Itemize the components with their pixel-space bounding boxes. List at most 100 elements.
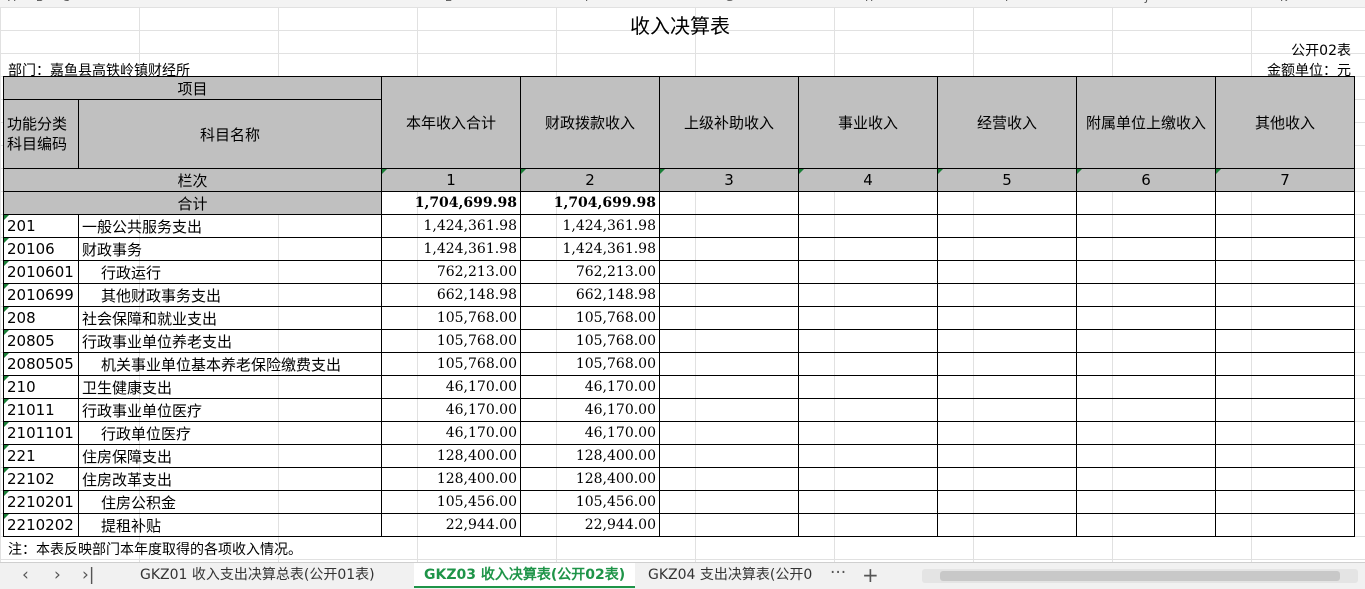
empty-cell[interactable] [659, 375, 799, 399]
horizontal-scrollbar[interactable] [922, 569, 1358, 583]
empty-cell[interactable] [1215, 513, 1355, 537]
empty-cell[interactable] [798, 375, 938, 399]
empty-cell[interactable] [1215, 490, 1355, 514]
empty-cell[interactable] [1215, 237, 1355, 261]
empty-cell[interactable] [937, 329, 1077, 353]
column-letter[interactable]: F [585, 0, 591, 4]
header-col-operating[interactable]: 经营收入 [937, 76, 1077, 169]
empty-cell[interactable] [1215, 260, 1355, 284]
empty-cell[interactable] [659, 490, 799, 514]
column-number[interactable]: 7 [1215, 168, 1355, 192]
fiscal-income[interactable]: 1,424,361.98 [520, 237, 660, 261]
subject-code[interactable]: 21011 [3, 398, 79, 422]
subject-code[interactable]: 2010699 [3, 283, 79, 307]
empty-cell[interactable] [937, 191, 1077, 215]
fiscal-income[interactable]: 46,170.00 [520, 398, 660, 422]
empty-cell[interactable] [937, 375, 1077, 399]
column-letter[interactable]: K [1280, 0, 1287, 4]
empty-cell[interactable] [1076, 398, 1216, 422]
empty-cell[interactable] [659, 214, 799, 238]
header-col-other[interactable]: 其他收入 [1215, 76, 1355, 169]
empty-cell[interactable] [659, 191, 799, 215]
fiscal-income[interactable]: 46,170.00 [520, 375, 660, 399]
total-income[interactable]: 1,424,361.98 [381, 237, 521, 261]
empty-cell[interactable] [1076, 444, 1216, 468]
column-letter[interactable]: C [62, 0, 70, 4]
total-income[interactable]: 105,768.00 [381, 329, 521, 353]
header-col-total[interactable]: 本年收入合计 [381, 76, 521, 169]
total-income[interactable]: 128,400.00 [381, 467, 521, 491]
total-value[interactable]: 1,704,699.98 [520, 191, 660, 215]
header-col-subsidy[interactable]: 上级补助收入 [659, 76, 799, 169]
empty-cell[interactable] [798, 513, 938, 537]
add-sheet-icon[interactable]: + [862, 563, 879, 587]
empty-cell[interactable] [937, 513, 1077, 537]
subject-code[interactable]: 20805 [3, 329, 79, 353]
empty-cell[interactable] [659, 444, 799, 468]
subject-code[interactable]: 221 [3, 444, 79, 468]
fiscal-income[interactable]: 662,148.98 [520, 283, 660, 307]
last-sheet-icon[interactable]: ›| [82, 565, 95, 585]
subject-name[interactable]: 财政事务 [78, 237, 382, 261]
subject-name[interactable]: 社会保障和就业支出 [78, 306, 382, 330]
empty-cell[interactable] [798, 352, 938, 376]
column-number[interactable]: 2 [520, 168, 660, 192]
column-letter[interactable]: I [1005, 0, 1008, 4]
tab-gkz01[interactable]: GKZ01 收入支出决算总表(公开01表) [130, 563, 385, 588]
empty-cell[interactable] [937, 352, 1077, 376]
subject-code[interactable]: 2210201 [3, 490, 79, 514]
subject-name[interactable]: 提租补贴 [78, 513, 382, 537]
header-name[interactable]: 科目名称 [78, 99, 382, 169]
empty-cell[interactable] [1076, 329, 1216, 353]
header-col-business[interactable]: 事业收入 [798, 76, 938, 169]
scrollbar-thumb[interactable] [940, 571, 1340, 581]
subject-name[interactable]: 行政单位医疗 [78, 421, 382, 445]
column-letter[interactable]: E [445, 0, 452, 4]
subject-name[interactable]: 行政事业单位医疗 [78, 398, 382, 422]
total-income[interactable]: 46,170.00 [381, 421, 521, 445]
empty-cell[interactable] [798, 214, 938, 238]
total-income[interactable]: 662,148.98 [381, 283, 521, 307]
empty-cell[interactable] [659, 352, 799, 376]
empty-cell[interactable] [798, 490, 938, 514]
empty-cell[interactable] [1215, 191, 1355, 215]
tab-gkz04[interactable]: GKZ04 支出决算表(公开0 [638, 563, 833, 588]
empty-cell[interactable] [1215, 421, 1355, 445]
empty-cell[interactable] [659, 513, 799, 537]
column-number[interactable]: 5 [937, 168, 1077, 192]
empty-cell[interactable] [798, 283, 938, 307]
subject-name[interactable]: 行政事业单位养老支出 [78, 329, 382, 353]
column-letter[interactable]: G [725, 0, 734, 4]
empty-cell[interactable] [798, 444, 938, 468]
empty-cell[interactable] [659, 283, 799, 307]
tab-gkz03[interactable]: GKZ03 收入决算表(公开02表) [414, 563, 636, 588]
column-letter[interactable]: J [1145, 0, 1148, 4]
empty-cell[interactable] [1076, 490, 1216, 514]
total-income[interactable]: 128,400.00 [381, 444, 521, 468]
next-sheet-icon[interactable]: › [54, 565, 61, 585]
subject-name[interactable]: 住房公积金 [78, 490, 382, 514]
prev-sheet-icon[interactable]: ‹ [22, 565, 29, 585]
empty-cell[interactable] [937, 237, 1077, 261]
subject-code[interactable]: 210 [3, 375, 79, 399]
empty-cell[interactable] [659, 237, 799, 261]
empty-cell[interactable] [1215, 375, 1355, 399]
column-number[interactable]: 3 [659, 168, 799, 192]
empty-cell[interactable] [798, 237, 938, 261]
subject-name[interactable]: 一般公共服务支出 [78, 214, 382, 238]
subject-code[interactable]: 22102 [3, 467, 79, 491]
fiscal-income[interactable]: 105,768.00 [520, 329, 660, 353]
total-income[interactable]: 105,456.00 [381, 490, 521, 514]
empty-cell[interactable] [1215, 352, 1355, 376]
empty-cell[interactable] [1076, 237, 1216, 261]
empty-cell[interactable] [1076, 214, 1216, 238]
empty-cell[interactable] [937, 306, 1077, 330]
subject-name[interactable]: 其他财政事务支出 [78, 283, 382, 307]
total-income[interactable]: 46,170.00 [381, 398, 521, 422]
empty-cell[interactable] [937, 444, 1077, 468]
empty-cell[interactable] [1215, 444, 1355, 468]
empty-cell[interactable] [1076, 283, 1216, 307]
header-item[interactable]: 项目 [3, 76, 382, 100]
empty-cell[interactable] [937, 283, 1077, 307]
empty-cell[interactable] [798, 398, 938, 422]
